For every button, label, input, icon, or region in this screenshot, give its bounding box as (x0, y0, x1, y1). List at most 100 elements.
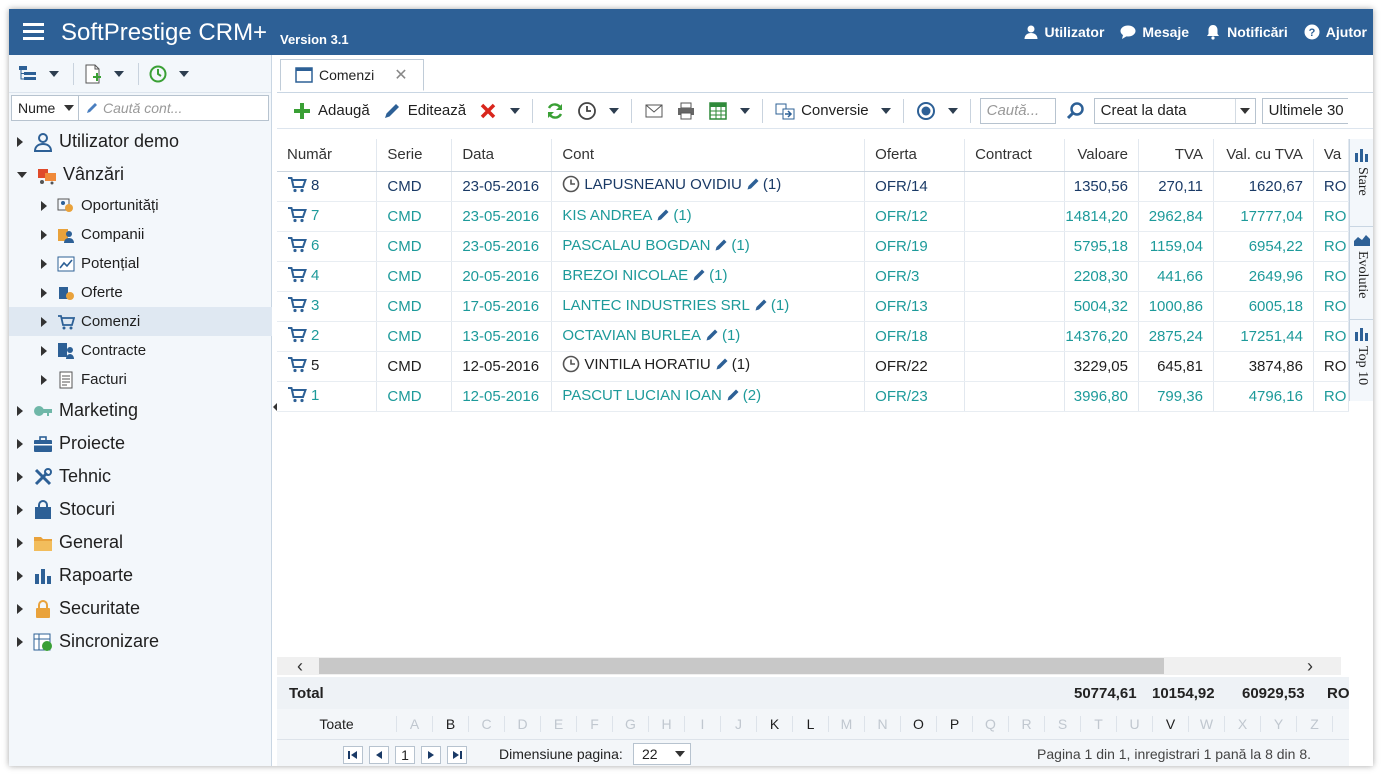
nav-notificari[interactable]: Notificări (1205, 24, 1288, 40)
sidebar-item-tehnic[interactable]: Tehnic (9, 460, 272, 493)
cell-numar[interactable]: 6 (277, 231, 378, 262)
nav-ajutor[interactable]: ? Ajutor (1304, 24, 1367, 40)
alphabet-letter[interactable]: V (1153, 716, 1189, 732)
sidebar-item-stocuri[interactable]: Stocuri (9, 493, 272, 526)
collapse-arrow-icon[interactable] (17, 171, 27, 178)
refresh-button[interactable] (542, 97, 568, 125)
account-name[interactable]: KIS ANDREA (562, 207, 652, 224)
sidebar-item-companii[interactable]: Companii (9, 220, 272, 249)
expand-arrow-icon[interactable] (17, 136, 23, 147)
table-row[interactable]: 7 CMD 23-05-2016 KIS ANDREA (1) OFR/12 14814,2… (277, 201, 1349, 232)
alphabet-letter[interactable]: G (613, 716, 649, 732)
alphabet-letter[interactable]: X (1225, 716, 1261, 732)
alphabet-letter[interactable]: L (793, 716, 829, 732)
delete-button[interactable] (475, 97, 501, 125)
alphabet-letter[interactable]: S (1045, 716, 1081, 732)
new-document-dropdown[interactable] (114, 70, 124, 77)
cell-numar[interactable]: 4 (277, 261, 378, 292)
cell-numar[interactable]: 3 (277, 291, 378, 322)
scrollbar-thumb[interactable] (319, 658, 1164, 674)
print-button[interactable] (673, 97, 699, 125)
table-row[interactable]: 8 CMD 23-05-2016 LAPUSNEANU OVIDIU (1) OFR/14… (277, 171, 1349, 202)
view-options-dropdown[interactable] (947, 107, 958, 114)
account-name[interactable]: BREZOI NICOLAE (562, 267, 688, 284)
page-number-input[interactable]: 1 (395, 746, 415, 764)
alphabet-letter[interactable]: D (505, 716, 541, 732)
sidebar-item-potential[interactable]: Potențial (9, 249, 272, 278)
column-header-numar[interactable]: Număr (277, 139, 378, 172)
expand-arrow-icon[interactable] (17, 570, 23, 581)
table-row[interactable]: 6 CMD 23-05-2016 PASCALAU BOGDAN (1) OFR/19 57… (277, 231, 1349, 262)
search-field-select[interactable]: Nume (11, 95, 79, 121)
cell-oferta[interactable]: OFR/14 (864, 171, 966, 202)
close-icon[interactable]: ✕ (394, 65, 407, 85)
tree-view-icon[interactable] (17, 63, 39, 85)
alphabet-letter[interactable]: M (829, 716, 865, 732)
search-button[interactable] (1062, 97, 1088, 125)
account-name[interactable]: PASCUT LUCIAN IOAN (562, 387, 721, 404)
alphabet-letter[interactable]: N (865, 716, 901, 732)
export-excel-button[interactable] (705, 97, 731, 125)
account-name[interactable]: LANTEC INDUSTRIES SRL (562, 297, 750, 314)
column-header-val-cu-tva[interactable]: Val. cu TVA (1213, 139, 1314, 172)
column-header-cont[interactable]: Cont (551, 139, 866, 172)
cell-oferta[interactable]: OFR/18 (864, 321, 966, 352)
account-search-input[interactable]: Caută cont... (79, 95, 269, 121)
menu-icon[interactable] (23, 23, 44, 41)
scroll-left-arrow-icon[interactable]: ‹ (297, 657, 303, 675)
account-name[interactable]: PASCALAU BOGDAN (562, 237, 710, 254)
cell-numar[interactable]: 7 (277, 201, 378, 232)
first-page-button[interactable] (343, 746, 363, 764)
delete-dropdown[interactable] (510, 107, 521, 114)
pencil-icon[interactable] (705, 328, 719, 346)
alphabet-letter[interactable]: Y (1261, 716, 1297, 732)
expand-arrow-icon[interactable] (41, 345, 47, 356)
account-name[interactable]: OCTAVIAN BURLEA (562, 327, 701, 344)
expand-arrow-icon[interactable] (17, 405, 23, 416)
pencil-icon[interactable] (692, 268, 706, 286)
pencil-icon[interactable] (754, 298, 768, 316)
expand-arrow-icon[interactable] (41, 316, 47, 327)
side-tab-evolutie[interactable]: Evolutie (1350, 226, 1373, 298)
table-row[interactable]: 4 CMD 20-05-2016 BREZOI NICOLAE (1) OFR/3 2208… (277, 261, 1349, 292)
tree-view-dropdown[interactable] (49, 70, 59, 77)
alphabet-letter[interactable]: H (649, 716, 685, 732)
cell-numar[interactable]: 5 (277, 351, 378, 382)
cell-oferta[interactable]: OFR/22 (864, 351, 966, 382)
history-button[interactable] (574, 97, 600, 125)
add-button[interactable]: Adaugă (289, 97, 373, 125)
table-row[interactable]: 5 CMD 12-05-2016 VINTILA HORATIU (1) OFR/22 32… (277, 351, 1349, 382)
page-size-select[interactable]: 22 (633, 743, 691, 765)
pencil-icon[interactable] (726, 388, 740, 406)
alphabet-letter[interactable]: A (397, 716, 433, 732)
date-range-select[interactable]: Ultimele 30 zile (1261, 97, 1348, 124)
alphabet-letter[interactable]: R (1009, 716, 1045, 732)
edit-button[interactable]: Editează (379, 97, 469, 125)
horizontal-scrollbar[interactable]: ‹ › (277, 657, 1341, 675)
cell-cont[interactable]: LAPUSNEANU OVIDIU (1) (551, 171, 866, 202)
history-dropdown[interactable] (609, 107, 620, 114)
cell-oferta[interactable]: OFR/3 (864, 261, 966, 292)
expand-arrow-icon[interactable] (41, 200, 47, 211)
account-name[interactable]: LAPUSNEANU OVIDIU (584, 176, 742, 193)
view-options-button[interactable] (913, 97, 939, 125)
column-header-valoare[interactable]: Valoare (1064, 139, 1139, 172)
sidebar-item-contracte[interactable]: Contracte (9, 336, 272, 365)
expand-arrow-icon[interactable] (17, 537, 23, 548)
sidebar-item-proiecte[interactable]: Proiecte (9, 427, 272, 460)
alphabet-letter[interactable]: Z (1297, 716, 1333, 732)
cell-cont[interactable]: BREZOI NICOLAE (1) (551, 261, 866, 292)
sidebar-item-comenzi[interactable]: Comenzi (9, 307, 272, 336)
side-tab-stare[interactable]: Stare (1350, 147, 1373, 196)
cell-numar[interactable]: 2 (277, 321, 378, 352)
cell-oferta[interactable]: OFR/23 (864, 381, 966, 412)
account-name[interactable]: VINTILA HORATIU (584, 356, 710, 373)
pencil-icon[interactable] (714, 238, 728, 256)
sidebar-item-general[interactable]: General (9, 526, 272, 559)
history-icon[interactable] (147, 63, 169, 85)
new-document-icon[interactable] (82, 63, 104, 85)
sidebar-item-marketing[interactable]: Marketing (9, 394, 272, 427)
table-row[interactable]: 2 CMD 13-05-2016 OCTAVIAN BURLEA (1) OFR/18 14… (277, 321, 1349, 352)
conversion-button[interactable]: Conversie (772, 97, 872, 125)
alphabet-letter[interactable]: U (1117, 716, 1153, 732)
